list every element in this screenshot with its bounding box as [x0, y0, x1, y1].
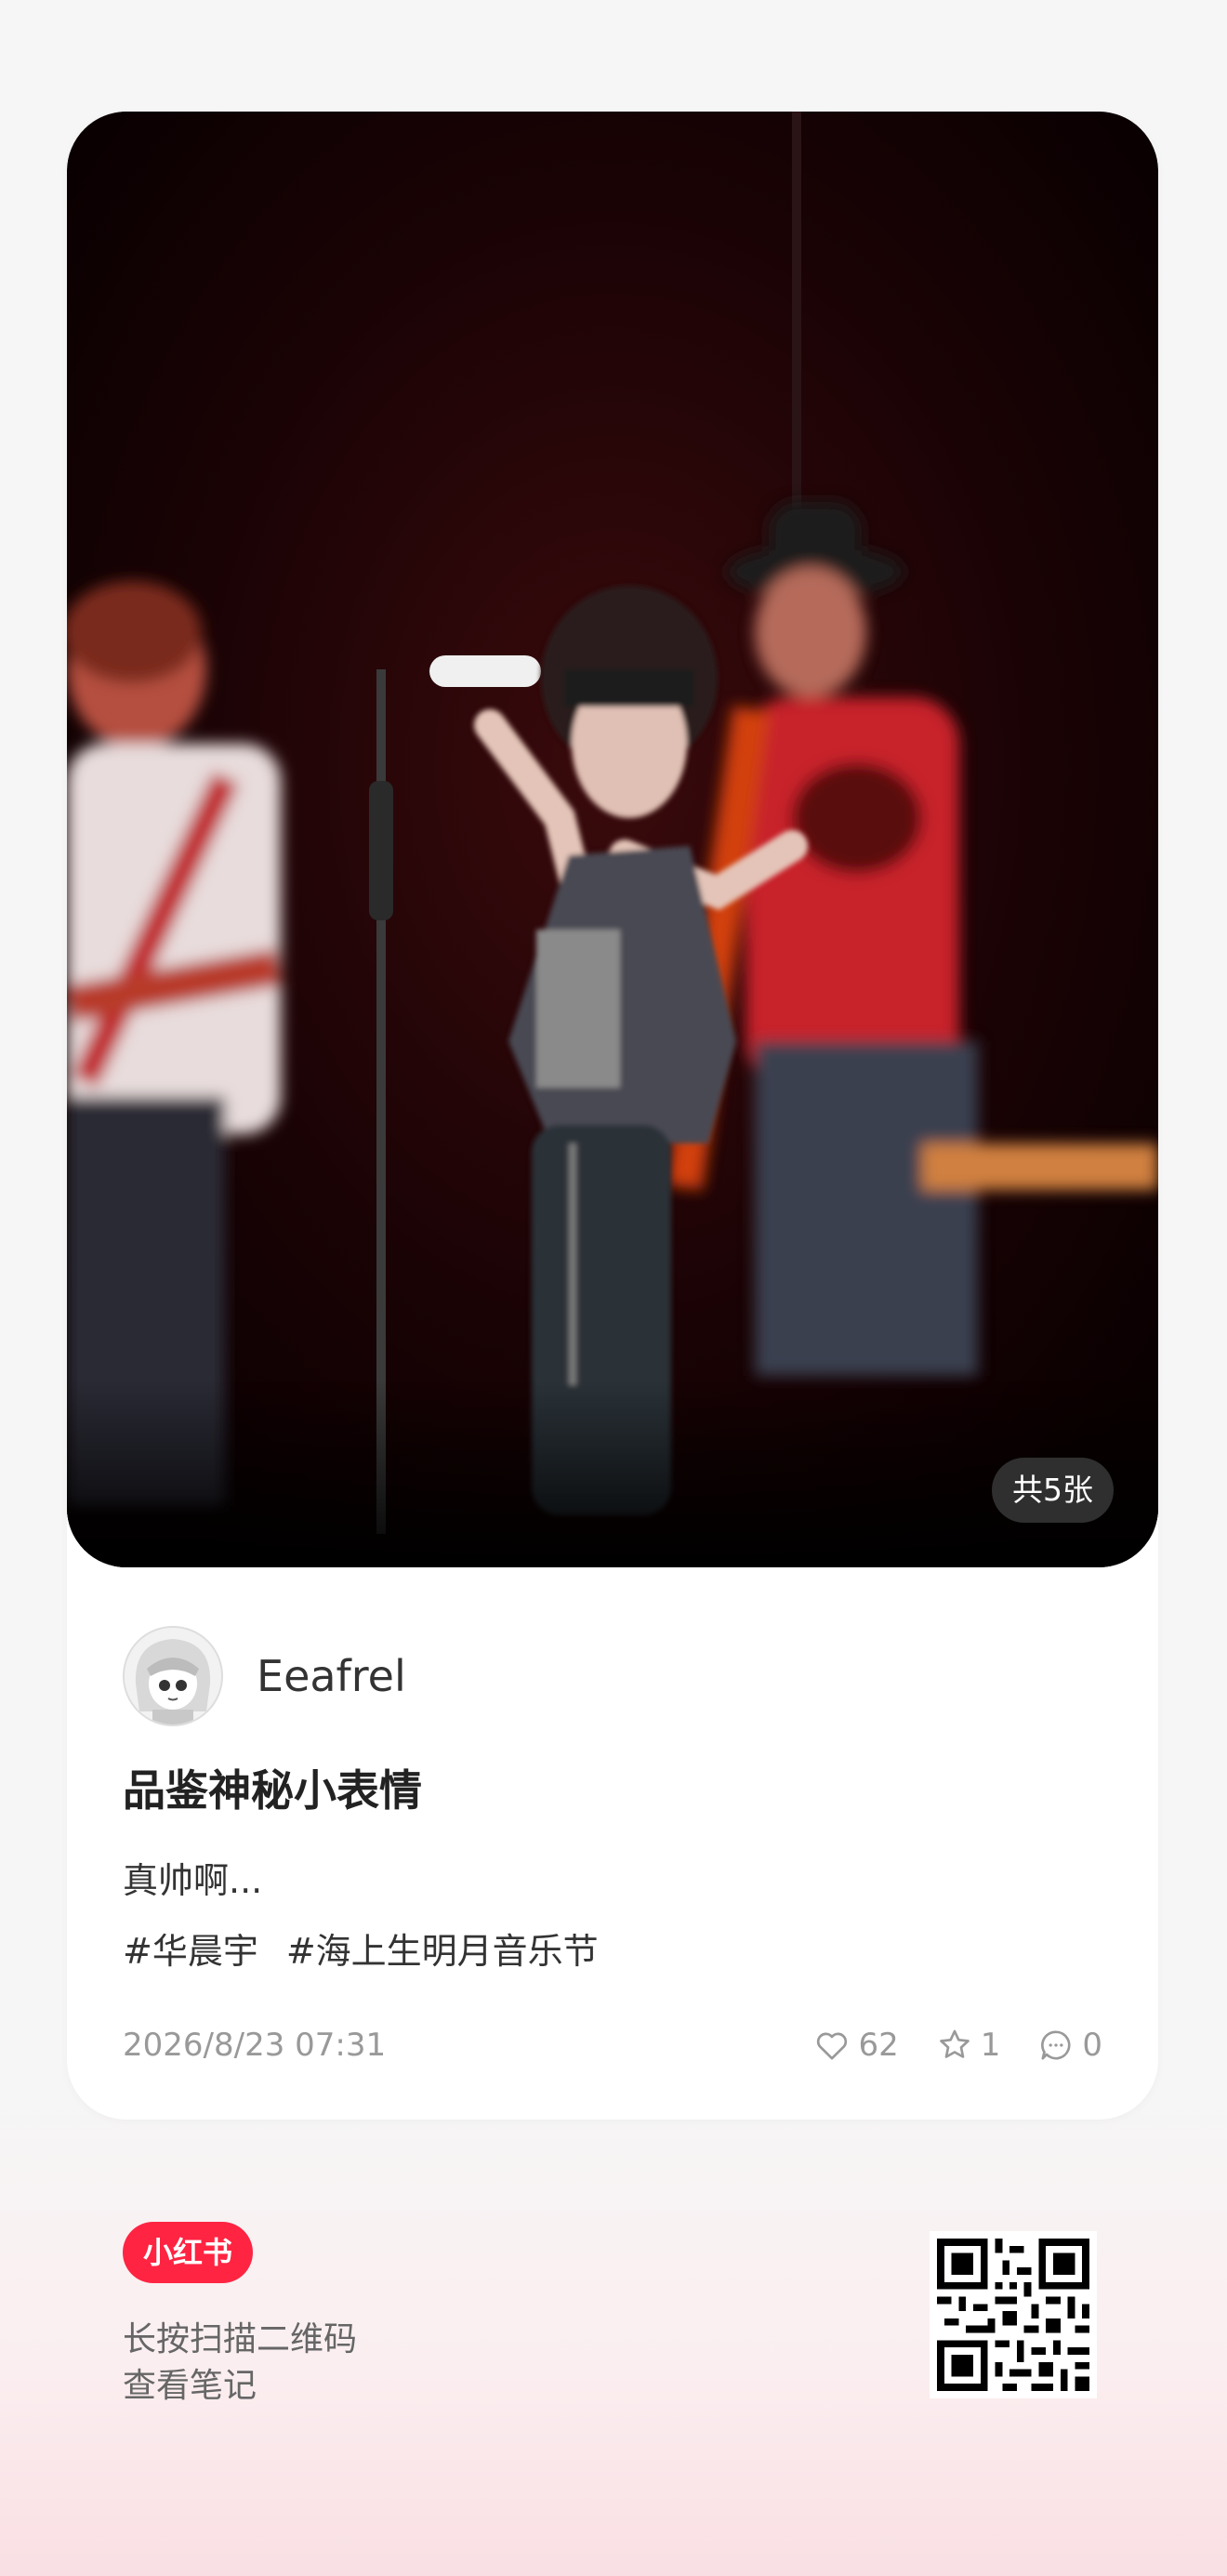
- note-tags: #华晨宇 #海上生明月音乐节: [123, 1922, 599, 1974]
- note-title: 品鉴神秘小表情: [123, 1765, 422, 1816]
- like-stat[interactable]: 62: [813, 2027, 899, 2064]
- concert-photo-image: [67, 112, 1158, 1567]
- favorite-count: 1: [980, 2027, 1001, 2064]
- footer-line-view: 查看笔记: [123, 2367, 257, 2405]
- favorite-stat[interactable]: 1: [936, 2027, 1001, 2064]
- photo-count-badge: 共5张: [992, 1458, 1114, 1523]
- avatar-image: [125, 1628, 221, 1724]
- footer-instructions: 长按扫描二维码 查看笔记: [123, 2317, 357, 2410]
- tag-link[interactable]: #海上生明月音乐节: [286, 1922, 599, 1974]
- star-icon: [939, 2029, 970, 2058]
- xiaohongshu-logo: 小红书: [123, 2222, 253, 2283]
- like-count: 62: [858, 2027, 899, 2064]
- heart-icon: [817, 2032, 848, 2060]
- qr-code-icon: [937, 2239, 1089, 2391]
- comment-count: 0: [1082, 2027, 1102, 2064]
- avatar[interactable]: [123, 1626, 223, 1726]
- comment-icon: [1041, 2030, 1071, 2060]
- author-row[interactable]: Eeafrel: [123, 1625, 406, 1727]
- footer-line-scan: 长按扫描二维码: [123, 2320, 358, 2358]
- author-name[interactable]: Eeafrel: [257, 1651, 406, 1701]
- tag-link[interactable]: #华晨宇: [123, 1922, 258, 1974]
- comment-stat[interactable]: 0: [1037, 2027, 1102, 2064]
- post-date: 2026/8/23 07:31: [123, 2027, 387, 2064]
- qr-code[interactable]: [930, 2231, 1097, 2398]
- note-card: 共5张 Eeafrel 品鉴神秘小表情 真帅啊... #华晨宇 #海上生明月音乐…: [67, 112, 1158, 2120]
- note-meta: 2026/8/23 07:31 62 1 0: [123, 2019, 1102, 2071]
- note-photo[interactable]: 共5张: [67, 112, 1158, 1567]
- note-body: 真帅啊...: [123, 1860, 263, 1901]
- note-stats: 62 1 0: [813, 2027, 1102, 2064]
